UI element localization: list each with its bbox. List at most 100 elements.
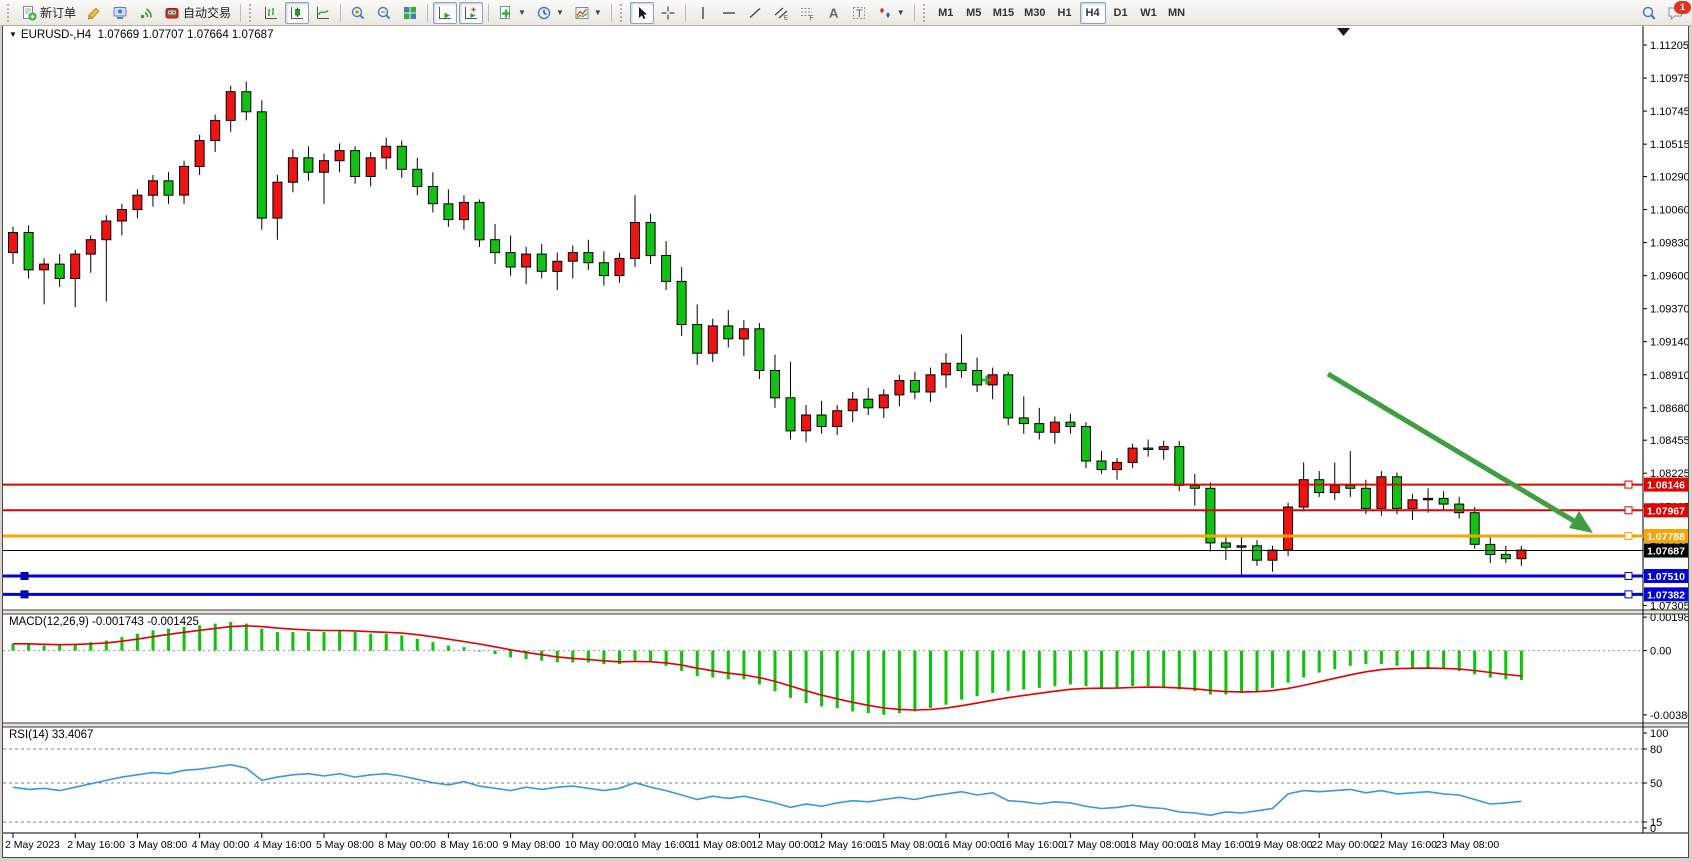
macd-bar [167,629,170,651]
panel-divider[interactable] [3,723,1688,727]
signals-button[interactable] [134,2,158,24]
window-collapse-icon[interactable]: ▼ [9,30,17,39]
panel-divider[interactable] [3,610,1688,614]
metaeditor-button[interactable] [82,2,106,24]
candle-body [71,254,80,278]
tab-timeframe-H1[interactable]: H1 [1052,2,1078,24]
macd-bar [1147,651,1150,687]
trend-arrow-head[interactable] [1569,511,1593,533]
vertical-line-button[interactable] [691,2,715,24]
macd-bar [634,651,637,661]
chart-shift-button[interactable] [459,2,483,24]
candle-body [973,371,982,385]
line-handle[interactable] [21,572,28,579]
line-handle[interactable] [1625,533,1632,540]
macd-bar [1069,651,1072,685]
line-handle[interactable] [1625,481,1632,488]
crosshair-button[interactable] [656,2,680,24]
macd-bar [602,651,605,665]
candle-body [288,158,297,182]
horizontal-line-icon [721,5,737,21]
periods-button[interactable]: ▼ [532,2,568,24]
macd-bar [27,644,30,651]
notifications-button[interactable]: 1 [1663,2,1688,24]
macd-bar [945,651,948,705]
toolbar-grip[interactable] [923,4,928,22]
tab-timeframe-M5[interactable]: M5 [961,2,987,24]
candle-body [1439,498,1448,504]
candle-body [117,210,126,222]
candle-body [848,399,857,411]
price-badge-label: 1.07382 [1647,589,1685,601]
macd-bar [960,651,963,700]
trendline-button[interactable] [743,2,767,24]
tile-windows-button[interactable] [398,2,422,24]
time-axis-label: 10 May 16:00 [627,839,691,851]
chart-shift-marker[interactable] [1337,28,1350,36]
candle-body [1237,546,1246,547]
candle-body [755,329,764,371]
candle-body [506,253,515,267]
templates-button[interactable]: ▼ [570,2,606,24]
candle-body [1393,477,1402,509]
fibonacci-button[interactable]: F [795,2,819,24]
toolbar-grip[interactable] [620,4,625,22]
price-chart[interactable]: 1.112051.109751.107451.105151.102901.100… [3,26,1688,857]
candlestick-chart-button[interactable] [285,2,309,24]
macd-bar [136,634,139,651]
price-badge-label: 1.07967 [1647,505,1685,517]
auto-scroll-icon [437,5,453,21]
candle-body [1315,480,1324,493]
macd-bar [1240,651,1243,693]
market-watch-button[interactable] [108,2,132,24]
macd-bar [338,630,341,650]
tab-timeframe-M15[interactable]: M15 [989,2,1018,24]
line-handle[interactable] [1625,572,1632,579]
horizontal-line-button[interactable] [717,2,741,24]
tab-timeframe-M1[interactable]: M1 [933,2,959,24]
line-chart-button[interactable] [311,2,335,24]
macd-bar [478,651,481,652]
macd-bar [12,644,15,651]
zoom-in-button[interactable] [346,2,370,24]
macd-name: MACD(12,26,9) [9,616,89,628]
candle-body [444,204,453,220]
time-axis-label: 4 May 00:00 [192,839,250,851]
candle-body [817,415,826,427]
arrows-button[interactable]: ▼ [873,2,909,24]
candle-body [1144,448,1153,449]
new-order-button[interactable]: 新订单 [17,2,80,24]
text-label-button[interactable]: T [847,2,871,24]
bar-chart-button[interactable] [259,2,283,24]
auto-scroll-button[interactable] [433,2,457,24]
tab-timeframe-H4[interactable]: H4 [1080,2,1106,24]
equidistant-channel-button[interactable]: E [769,2,793,24]
autotrading-button[interactable]: 自动交易 [160,2,235,24]
line-handle[interactable] [21,591,28,598]
indicators-button[interactable]: ▼ [494,2,530,24]
line-handle[interactable] [1625,591,1632,598]
macd-bar [183,627,186,651]
tab-timeframe-W1[interactable]: W1 [1136,2,1162,24]
candle-body [320,161,329,173]
macd-axis-tick-label: -0.003804 [1650,710,1688,722]
macd-bar [1131,651,1134,687]
text-button[interactable]: A [821,2,845,24]
price-axis-tick-label: 1.09370 [1650,304,1688,316]
toolbar-grip[interactable] [7,4,12,22]
macd-bar [711,651,714,678]
toolbar-grip[interactable] [249,4,254,22]
tab-timeframe-M30[interactable]: M30 [1020,2,1049,24]
search-button[interactable] [1637,2,1661,24]
candle-body [646,223,655,256]
time-axis-label: 4 May 16:00 [254,839,312,851]
candle-body [957,363,966,370]
cursor-button[interactable] [630,2,654,24]
tab-timeframe-MN[interactable]: MN [1164,2,1190,24]
line-handle[interactable] [1625,507,1632,514]
tab-timeframe-D1[interactable]: D1 [1108,2,1134,24]
text-label-icon: T [851,5,867,21]
zoom-out-button[interactable] [372,2,396,24]
candle-body [475,202,484,239]
autotrading-label: 自动交易 [183,4,231,21]
